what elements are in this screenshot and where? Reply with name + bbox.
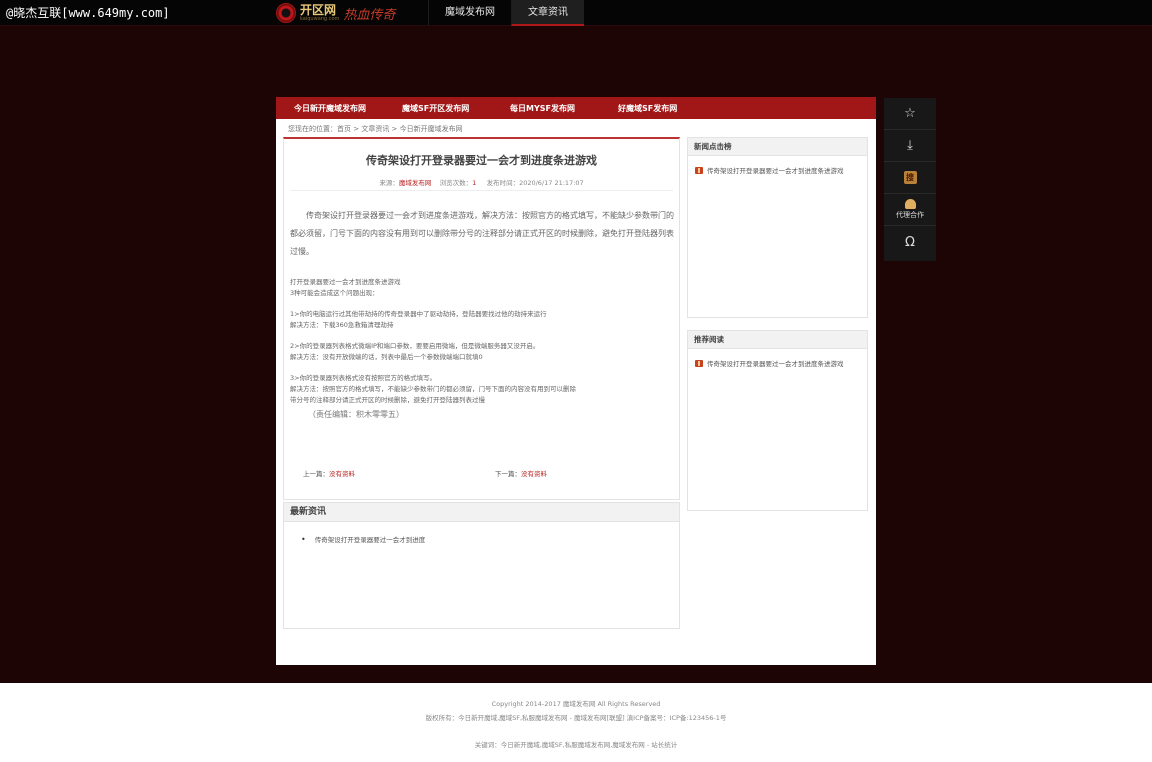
hot-news-panel: 新闻点击榜 传奇架设打开登录器要过一会才到进度条进游戏 (687, 137, 868, 318)
topnav-item-articles[interactable]: 文章资讯 (511, 0, 584, 26)
footer-keywords: 关键词：今日新开魔域,魔域SF,私服魔域发布网,魔域发布网 - 站长统计 (474, 741, 678, 749)
body-line: 解决方法：按照官方的格式填写，不能缺少参数带门的都必须留，门号下面的内容没有用到… (290, 385, 576, 394)
recommended-panel: 推荐阅读 传奇架设打开登录器要过一会才到进度条进游戏 (687, 330, 868, 511)
logo-emblem-icon (276, 3, 296, 23)
footer-rights: 版权所有：今日新开魔域,魔域SF,私服魔域发布网 - 魔域发布网[联盟] 滇IC… (425, 714, 727, 722)
watermark-text: @晓杰互联[www.649my.com] (6, 6, 170, 20)
search-button[interactable]: 搜 (884, 162, 936, 194)
category-link-mysf-open[interactable]: 魔域SF开区发布网 (384, 103, 492, 114)
next-article: 下一篇：没有资料 (495, 470, 547, 478)
site-logo[interactable]: 开区网 kaiquwang.com 热血传奇 (276, 2, 395, 24)
book-icon (695, 359, 703, 367)
top-nav: 魔域发布网 文章资讯 (428, 0, 584, 26)
category-link-good[interactable]: 好魔域SF发布网 (600, 103, 708, 114)
body-line: 解决方法：下载360急救箱清理劫持 (290, 320, 394, 329)
body-line: 2>你的登录器列表格式微端IP和端口参数，要要启用微端，但是微端服务器又没开启。 (290, 342, 540, 351)
body-line (290, 363, 674, 374)
body-line (290, 331, 674, 342)
recommended-item[interactable]: 传奇架设打开登录器要过一会才到进度条进游戏 (695, 358, 867, 368)
agent-cooperation-button[interactable]: 代理合作 (884, 194, 936, 226)
body-line (290, 298, 674, 309)
body-line: 打开登录器要过一会才到进度条进游戏 (290, 278, 401, 286)
latest-news-list: 传奇架设打开登录器要过一会才到进度 (301, 534, 679, 544)
title-divider (290, 190, 673, 191)
list-item[interactable]: 传奇架设打开登录器要过一会才到进度 (301, 534, 679, 544)
recommended-heading: 推荐阅读 (688, 331, 867, 349)
omega-button[interactable]: Ω (884, 226, 936, 258)
prev-article-link[interactable]: 没有资料 (329, 470, 355, 478)
category-link-daily[interactable]: 每日MYSF发布网 (492, 103, 600, 114)
bell-icon (904, 199, 916, 209)
search-icon: 搜 (903, 171, 917, 184)
article-title: 传奇架设打开登录器要过一会才到进度条进游戏 (366, 154, 597, 167)
body-line: 1>你的电脑运行过其他带劫持的传奇登录器中了驱动劫持，登陆器要找过他的劫持来运行 (290, 310, 547, 319)
next-article-link[interactable]: 没有资料 (521, 470, 547, 478)
latest-news-heading: 最新资讯 (284, 503, 679, 522)
logo-domain: kaiquwang.com (300, 16, 340, 22)
footer-copyright: Copyright 2014-2017 魔域发布网 All Rights Res… (491, 700, 661, 708)
article-editor: （责任编辑：积木零零五） (308, 410, 404, 419)
body-line: 带分号的注释部分请正式开区的时候删除，避免打开登陆器列表过慢 (290, 395, 485, 404)
prev-article: 上一篇：没有资料 (303, 470, 355, 478)
topnav-item-mysf[interactable]: 魔域发布网 (428, 0, 511, 26)
article-publish-time: 2020/6/17 21:17:07 (519, 179, 584, 187)
body-line: 3>你的登录器列表格式没有按照官方的格式填写。 (290, 374, 437, 383)
hot-news-item[interactable]: 传奇架设打开登录器要过一会才到进度条进游戏 (695, 165, 867, 175)
agent-cooperation-label: 代理合作 (896, 211, 924, 219)
site-footer: Copyright 2014-2017 魔域发布网 All Rights Res… (0, 683, 1152, 762)
breadcrumb-section[interactable]: 文章资讯 (361, 125, 389, 133)
article-source-link[interactable]: 魔域发布网 (399, 179, 432, 187)
breadcrumb-home[interactable]: 首页 (337, 125, 351, 133)
category-link-today[interactable]: 今日新开魔域发布网 (276, 103, 384, 114)
favorite-button[interactable]: ☆ (884, 98, 936, 130)
article-view-count: 1 (472, 179, 477, 187)
download-icon: ⤓ (907, 138, 913, 153)
book-icon (695, 166, 703, 174)
main-container: 今日新开魔域发布网 魔域SF开区发布网 每日MYSF发布网 好魔域SF发布网 您… (276, 97, 876, 665)
logo-script: 热血传奇 (343, 7, 396, 23)
logo-name: 开区网 (300, 3, 337, 17)
floating-toolbar: ☆ ⤓ 搜 代理合作 Ω (884, 98, 936, 261)
download-button[interactable]: ⤓ (884, 130, 936, 162)
hot-news-heading: 新闻点击榜 (688, 138, 867, 156)
article-panel: 传奇架设打开登录器要过一会才到进度条进游戏 来源：魔域发布网 浏览次数：1 发布… (283, 137, 680, 500)
breadcrumb: 您现在的位置：首页 > 文章资讯 > 今日新开魔域发布网 (288, 125, 463, 133)
body-line: 解决方法：没有开放微端的话，列表中最后一个参数微端端口就填0 (290, 352, 483, 361)
category-nav: 今日新开魔域发布网 魔域SF开区发布网 每日MYSF发布网 好魔域SF发布网 (276, 97, 876, 119)
breadcrumb-current[interactable]: 今日新开魔域发布网 (400, 125, 463, 133)
article-body: 打开登录器要过一会才到进度条进游戏 3种可能会造成这个问题出现： 1>你的电脑运… (290, 277, 674, 405)
star-icon: ☆ (904, 106, 916, 121)
article-lead: 传奇架设打开登录器要过一会才到进度条进游戏，解决方法：按照官方的格式填写，不能缺… (290, 211, 674, 256)
top-bar: @晓杰互联[www.649my.com] 开区网 kaiquwang.com 热… (0, 0, 1152, 26)
latest-news-panel: 最新资讯 传奇架设打开登录器要过一会才到进度 (283, 502, 680, 629)
omega-icon: Ω (905, 234, 915, 250)
body-line: 3种可能会造成这个问题出现： (290, 288, 379, 297)
article-meta: 来源：魔域发布网 浏览次数：1 发布时间：2020/6/17 21:17:07 (379, 179, 584, 187)
